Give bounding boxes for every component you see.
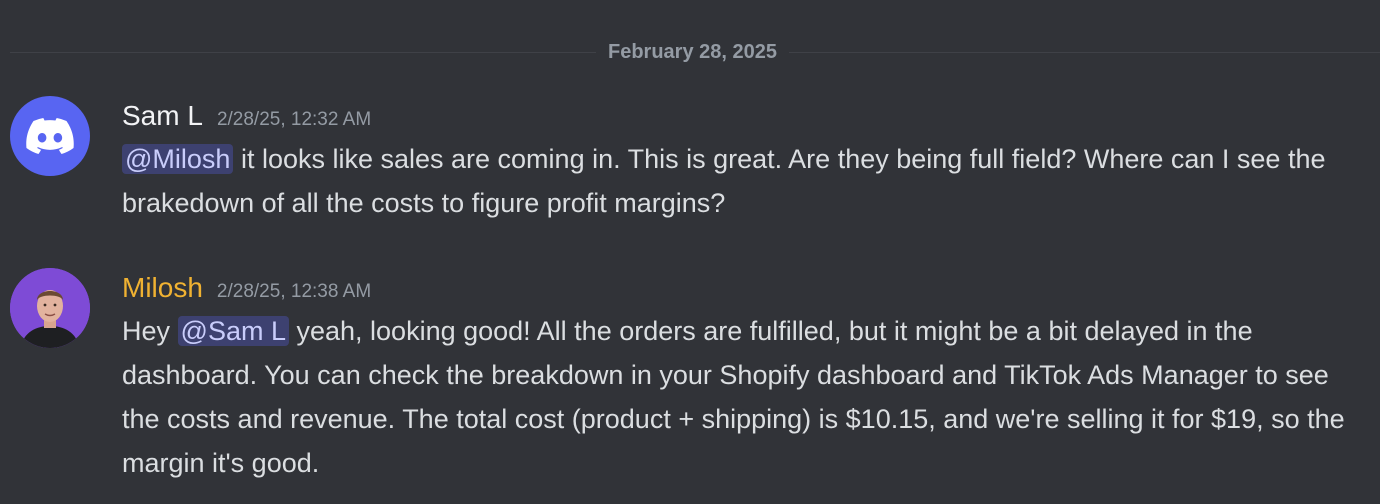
message-body: Milosh 2/28/25, 12:38 AM Hey @Sam L yeah… — [122, 268, 1360, 485]
avatar[interactable] — [10, 96, 90, 176]
message-header: Milosh 2/28/25, 12:38 AM — [122, 268, 1360, 308]
avatar[interactable] — [10, 268, 90, 348]
message-header: Sam L 2/28/25, 12:32 AM — [122, 96, 1360, 136]
message-body: Sam L 2/28/25, 12:32 AM @Milosh it looks… — [122, 96, 1360, 225]
username[interactable]: Milosh — [122, 268, 203, 308]
user-mention[interactable]: @Milosh — [122, 144, 234, 174]
message-content: @Milosh it looks like sales are coming i… — [122, 137, 1360, 225]
message-content: Hey @Sam L yeah, looking good! All the o… — [122, 309, 1360, 485]
user-mention[interactable]: @Sam L — [177, 316, 289, 346]
message-timestamp: 2/28/25, 12:38 AM — [216, 281, 372, 302]
date-divider-label: February 28, 2025 — [596, 38, 789, 66]
user-photo-avatar — [10, 268, 90, 348]
message-text: yeah, looking good! All the orders are f… — [122, 316, 1345, 478]
discord-logo-icon — [26, 118, 74, 154]
message-timestamp: 2/28/25, 12:32 AM — [216, 109, 372, 130]
message-text-prefix: Hey — [122, 316, 178, 346]
message-text: it looks like sales are coming in. This … — [122, 144, 1326, 218]
username[interactable]: Sam L — [122, 96, 203, 136]
